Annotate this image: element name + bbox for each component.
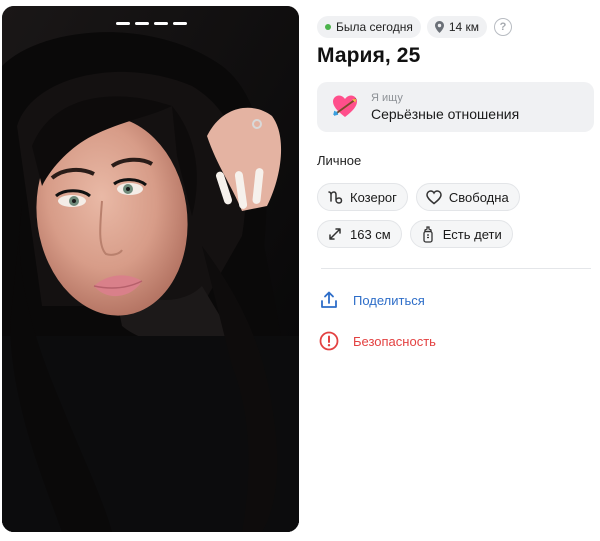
photo-indicator[interactable]	[135, 22, 149, 25]
help-icon[interactable]: ?	[494, 18, 513, 36]
profile-photo-image	[2, 6, 299, 532]
warning-circle-icon	[319, 331, 339, 351]
heart-arrow-icon	[333, 95, 357, 117]
tag-label: Свободна	[448, 189, 509, 205]
tag-height: 163 см	[317, 220, 402, 248]
photo-indicators	[116, 22, 187, 25]
tag-label: 163 см	[350, 226, 391, 242]
tag-zodiac: Козерог	[317, 183, 408, 211]
safety-label: Безопасность	[353, 333, 436, 349]
tag-children: Есть дети	[409, 220, 513, 248]
online-dot-icon	[325, 24, 331, 30]
looking-for-caption: Я ищу	[371, 92, 403, 104]
online-status-text: Была сегодня	[336, 20, 413, 34]
location-pin-icon	[434, 21, 444, 33]
online-status-badge: Была сегодня	[317, 16, 421, 38]
photo-indicator[interactable]	[173, 22, 187, 25]
photo-indicator[interactable]	[116, 22, 130, 25]
baby-bottle-icon	[419, 225, 437, 243]
height-arrows-icon	[326, 225, 344, 243]
share-button[interactable]: Поделиться	[319, 290, 425, 310]
profile-photo[interactable]	[2, 6, 299, 532]
capricorn-icon	[326, 188, 344, 206]
tag-label: Есть дети	[442, 226, 502, 242]
looking-for-value: Серьёзные отношения	[371, 106, 520, 122]
status-row: Была сегодня 14 км ?	[317, 16, 513, 38]
personal-tags-row-2: 163 см Есть дети	[317, 220, 513, 248]
photo-indicator[interactable]	[154, 22, 168, 25]
safety-button[interactable]: Безопасность	[319, 331, 436, 351]
profile-name-age: Мария, 25	[317, 44, 421, 67]
distance-badge: 14 км	[426, 16, 488, 38]
share-label: Поделиться	[353, 292, 425, 308]
divider	[321, 268, 591, 269]
heart-outline-icon	[425, 188, 443, 206]
tag-relationship: Свободна	[415, 183, 520, 211]
share-icon	[319, 290, 339, 310]
personal-section-title: Личное	[317, 153, 362, 168]
looking-for-card: Я ищу Серьёзные отношения	[317, 82, 594, 132]
distance-text: 14 км	[448, 20, 480, 34]
personal-tags-row-1: Козерог Свободна	[317, 183, 520, 211]
tag-label: Козерог	[350, 189, 397, 205]
